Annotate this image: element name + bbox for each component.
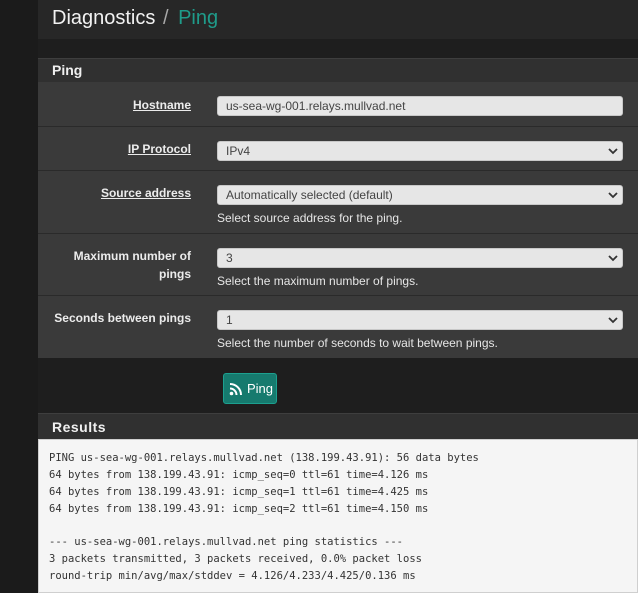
max-pings-row: Maximum number of pings 3 Select the max… (38, 234, 638, 296)
source-address-select[interactable]: Automatically selected (default) (217, 185, 623, 205)
seconds-between-help: Select the number of seconds to wait bet… (217, 336, 498, 350)
ip-protocol-select[interactable]: IPv4 (217, 141, 623, 161)
results-panel-heading: Results (38, 413, 638, 439)
source-address-row: Source address Automatically selected (d… (38, 171, 638, 234)
ip-protocol-selected-value: IPv4 (226, 144, 251, 158)
breadcrumb-diagnostics[interactable]: Diagnostics (52, 7, 155, 29)
ping-button-label: Ping (247, 381, 274, 396)
chevron-down-icon (608, 192, 618, 199)
results-line: 64 bytes from 138.199.43.91: icmp_seq=0 … (49, 469, 429, 481)
hostname-label: Hostname (132, 98, 191, 112)
left-sidebar-strip (0, 0, 38, 593)
page-header: Diagnostics / Ping (38, 0, 638, 39)
chevron-down-icon (608, 317, 618, 324)
breadcrumb: Diagnostics / Ping (52, 6, 218, 30)
source-address-label: Source address (100, 186, 191, 200)
ip-protocol-label: IP Protocol (127, 142, 191, 156)
results-line: 3 packets transmitted, 3 packets receive… (49, 553, 422, 565)
results-panel-title: Results (52, 419, 107, 435)
seconds-between-label: Seconds between pings (54, 311, 191, 325)
hostname-row: Hostname us-sea-wg-001.relays.mullvad.ne… (38, 82, 638, 127)
results-line: PING us-sea-wg-001.relays.mullvad.net (1… (49, 452, 479, 464)
seconds-between-select[interactable]: 1 (217, 310, 623, 330)
ping-panel-heading: Ping (38, 58, 638, 82)
results-line: 64 bytes from 138.199.43.91: icmp_seq=1 … (49, 486, 429, 498)
source-address-help: Select source address for the ping. (217, 211, 403, 225)
results-output: PING us-sea-wg-001.relays.mullvad.net (1… (38, 439, 638, 593)
results-line: 64 bytes from 138.199.43.91: icmp_seq=2 … (49, 503, 429, 515)
max-pings-label-line1: Maximum number of (73, 249, 191, 263)
rss-icon (229, 383, 242, 396)
ping-form: Hostname us-sea-wg-001.relays.mullvad.ne… (38, 82, 638, 358)
ping-button[interactable]: Ping (223, 373, 277, 404)
seconds-between-row: Seconds between pings 1 Select the numbe… (38, 296, 638, 358)
breadcrumb-separator: / (162, 7, 169, 29)
max-pings-label: Maximum number of pings (74, 247, 191, 283)
hostname-input-value: us-sea-wg-001.relays.mullvad.net (226, 99, 406, 113)
ping-panel-title: Ping (52, 62, 83, 78)
results-line: --- us-sea-wg-001.relays.mullvad.net pin… (49, 536, 404, 548)
seconds-between-selected-value: 1 (226, 313, 233, 327)
hostname-input[interactable]: us-sea-wg-001.relays.mullvad.net (217, 96, 623, 116)
chevron-down-icon (608, 148, 618, 155)
max-pings-selected-value: 3 (226, 251, 233, 265)
max-pings-label-line2: pings (159, 267, 191, 281)
max-pings-help: Select the maximum number of pings. (217, 274, 419, 288)
ip-protocol-row: IP Protocol IPv4 (38, 127, 638, 171)
breadcrumb-current-page[interactable]: Ping (178, 7, 218, 29)
source-address-selected-value: Automatically selected (default) (226, 188, 393, 202)
max-pings-select[interactable]: 3 (217, 248, 623, 268)
results-line: round-trip min/avg/max/stddev = 4.126/4.… (49, 570, 416, 582)
chevron-down-icon (608, 255, 618, 262)
